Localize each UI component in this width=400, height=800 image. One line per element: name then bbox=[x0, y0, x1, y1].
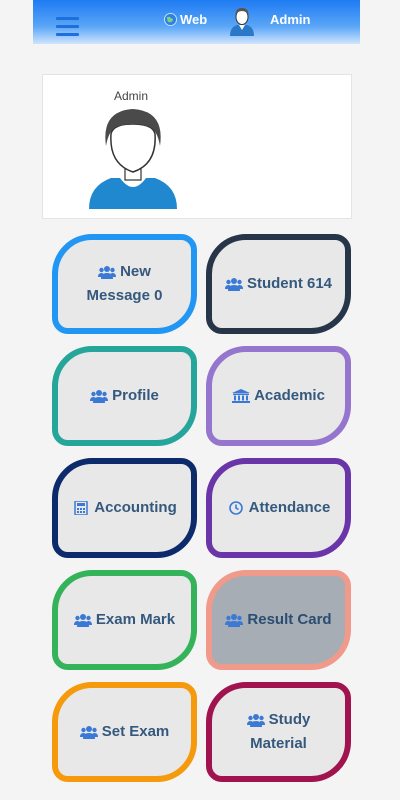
academic-tile[interactable]: Academic bbox=[206, 346, 351, 446]
tile-label: Exam Mark bbox=[95, 611, 176, 628]
tile-label: Set Exam bbox=[101, 723, 170, 740]
set-exam-tile[interactable]: Set Exam bbox=[52, 682, 197, 782]
new-message-tile[interactable]: New Message 0 bbox=[52, 234, 197, 334]
profile-name: Admin bbox=[114, 89, 149, 103]
exam-mark-tile[interactable]: Exam Mark bbox=[52, 570, 197, 670]
tile-label: Profile bbox=[112, 387, 159, 404]
web-link[interactable]: Web bbox=[164, 12, 207, 27]
globe-icon bbox=[164, 13, 177, 26]
tile-label-line2: Material bbox=[250, 735, 307, 752]
tile-label: Result Card bbox=[247, 611, 332, 628]
users-icon bbox=[224, 277, 243, 291]
profile-tile[interactable]: Profile bbox=[52, 346, 197, 446]
users-icon bbox=[73, 613, 92, 627]
institution-icon bbox=[232, 389, 251, 403]
student-tile[interactable]: Student 614 bbox=[206, 234, 351, 334]
web-link-label: Web bbox=[180, 12, 208, 27]
study-material-tile[interactable]: Study Material bbox=[206, 682, 351, 782]
users-icon bbox=[98, 265, 117, 279]
tile-label: Attendance bbox=[248, 499, 331, 516]
clock-icon bbox=[227, 501, 245, 515]
calculator-icon bbox=[72, 501, 90, 515]
username-label[interactable]: Admin bbox=[270, 12, 310, 27]
tile-label: New bbox=[120, 263, 151, 280]
attendance-tile[interactable]: Attendance bbox=[206, 458, 351, 558]
tile-label-line2: Message 0 bbox=[86, 287, 163, 304]
result-card-tile[interactable]: Result Card bbox=[206, 570, 351, 670]
user-avatar-icon[interactable] bbox=[228, 6, 256, 36]
accounting-tile[interactable]: Accounting bbox=[52, 458, 197, 558]
tile-label: Accounting bbox=[94, 499, 177, 516]
users-icon bbox=[246, 713, 265, 727]
app-screen: Web Admin Admin New Message 0 Student 61… bbox=[33, 0, 360, 800]
tile-label: Study bbox=[268, 711, 311, 728]
profile-avatar-icon bbox=[89, 109, 177, 209]
tile-label: Academic bbox=[254, 387, 325, 404]
tile-label: Student 614 bbox=[246, 275, 333, 292]
users-icon bbox=[90, 389, 109, 403]
users-icon bbox=[79, 725, 98, 739]
top-navbar: Web Admin bbox=[33, 0, 360, 44]
profile-card: Admin bbox=[42, 74, 352, 219]
hamburger-menu-icon[interactable] bbox=[56, 17, 79, 37]
users-icon bbox=[225, 613, 244, 627]
